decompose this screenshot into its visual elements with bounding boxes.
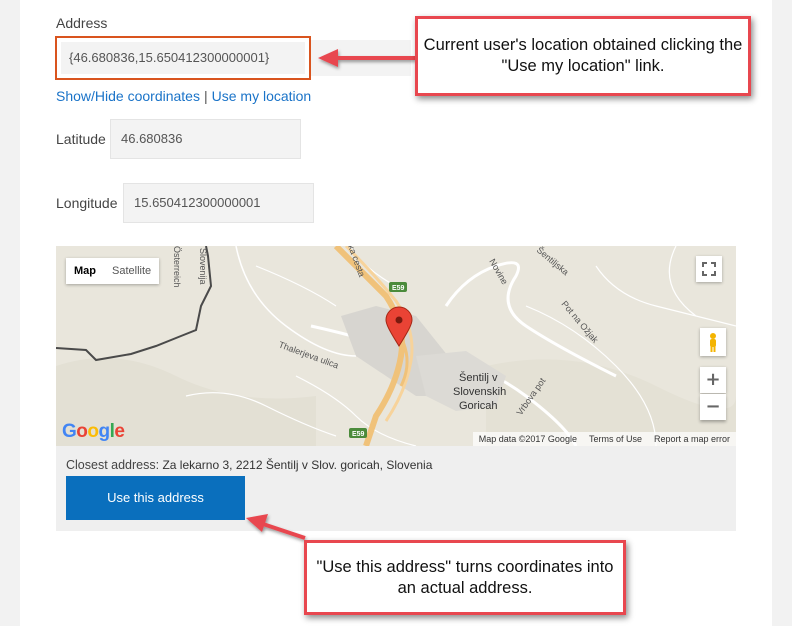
arrow-to-button-icon (246, 514, 306, 540)
arrow-to-address-icon (318, 49, 416, 67)
callout-bottom: "Use this address" turns coordinates int… (304, 540, 626, 615)
callout-top: Current user's location obtained clickin… (415, 16, 751, 96)
